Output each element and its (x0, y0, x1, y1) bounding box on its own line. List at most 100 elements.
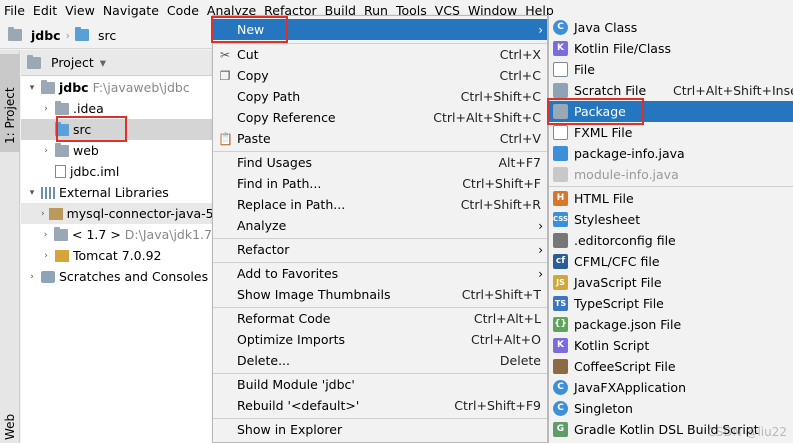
menu-item-label: Build Module 'jdbc' (237, 377, 355, 392)
submenu-divider (549, 186, 793, 187)
tree-item-path: F:\javaweb\jdbc (92, 80, 190, 95)
chevron-down-icon[interactable]: ▾ (27, 83, 37, 93)
menu-item-show-image-thumbnails[interactable]: Show Image Thumbnails Ctrl+Shift+T (213, 284, 547, 305)
submenu-item-label: Singleton (574, 401, 633, 416)
submenu-item-coffeescript[interactable]: CoffeeScript File (549, 356, 793, 377)
submenu-item-file[interactable]: File (549, 59, 793, 80)
submenu-item-html-file[interactable]: H HTML File (549, 188, 793, 209)
menu-edit[interactable]: Edit (29, 0, 61, 22)
menu-item-find-usages[interactable]: Find Usages Alt+F7 (213, 152, 547, 173)
menu-item-rebuild[interactable]: Rebuild '<default>' Ctrl+Shift+F9 (213, 395, 547, 416)
css-icon: CSS (553, 212, 568, 227)
submenu-item-editorconfig[interactable]: .editorconfig file (549, 230, 793, 251)
menu-item-copy[interactable]: ❐ Copy Ctrl+C (213, 65, 547, 86)
menu-item-label: Paste (237, 131, 271, 146)
menu-item-copy-reference[interactable]: Copy Reference Ctrl+Alt+Shift+C (213, 107, 547, 128)
submenu-item-javafx-application[interactable]: C JavaFXApplication (549, 377, 793, 398)
menu-item-optimize-imports[interactable]: Optimize Imports Ctrl+Alt+O (213, 329, 547, 350)
menu-item-shortcut: Ctrl+X (499, 47, 541, 62)
editorconfig-icon (553, 233, 568, 248)
submenu-item-label: File (574, 62, 595, 77)
tree-item-tomcat[interactable]: › Tomcat 7.0.92 (21, 245, 212, 266)
chevron-right-icon[interactable]: › (41, 230, 50, 240)
breadcrumb-jdbc[interactable]: jdbc (31, 28, 61, 43)
menu-code[interactable]: Code (163, 0, 203, 22)
project-view-title[interactable]: Project (51, 55, 94, 70)
scratches-icon (41, 270, 55, 283)
jdk-icon (54, 226, 69, 241)
annotation-new-highlight (211, 16, 288, 43)
submenu-item-package-info[interactable]: package-info.java (549, 143, 793, 164)
breadcrumb-src[interactable]: src (98, 28, 116, 43)
submenu-item-kotlin-file[interactable]: K Kotlin File/Class (549, 38, 793, 59)
menu-item-label: Rebuild '<default>' (237, 398, 360, 413)
breadcrumb: jdbc › src (0, 22, 212, 49)
breadcrumb-separator-icon: › (65, 28, 70, 42)
menu-item-copy-path[interactable]: Copy Path Ctrl+Shift+C (213, 86, 547, 107)
menu-file[interactable]: File (0, 0, 29, 22)
tree-item-mysql-connector[interactable]: › mysql-connector-java-5 (21, 203, 212, 224)
html-icon: H (553, 191, 568, 206)
menu-item-label: Refactor (237, 242, 290, 257)
tree-item-web[interactable]: › web (21, 140, 212, 161)
module-folder-icon (8, 27, 22, 41)
menu-item-label: Show Image Thumbnails (237, 287, 391, 302)
chevron-right-icon[interactable]: › (41, 251, 51, 261)
annotation-package-highlight (547, 98, 644, 125)
menu-item-paste[interactable]: 📋 Paste Ctrl+V (213, 128, 547, 149)
submenu-item-singleton[interactable]: C Singleton (549, 398, 793, 419)
submenu-item-java-class[interactable]: C Java Class (549, 17, 793, 38)
menu-item-reformat-code[interactable]: Reformat Code Ctrl+Alt+L (213, 308, 547, 329)
submenu-item-stylesheet[interactable]: CSS Stylesheet (549, 209, 793, 230)
chevron-right-icon[interactable]: › (41, 209, 45, 219)
menu-item-replace-in-path[interactable]: Replace in Path... Ctrl+Shift+R (213, 194, 547, 215)
chevron-right-icon: › (538, 242, 543, 257)
menu-item-build-module[interactable]: Build Module 'jdbc' (213, 374, 547, 395)
file-icon (553, 62, 568, 77)
chevron-right-icon: › (538, 218, 543, 233)
submenu-item-package-json[interactable]: {} package.json File (549, 314, 793, 335)
tree-item-jdbc[interactable]: ▾ jdbc F:\javaweb\jdbc (21, 77, 212, 98)
tree-item-label: < 1.7 > (72, 227, 121, 242)
chevron-right-icon[interactable]: › (27, 272, 37, 282)
menu-item-add-to-favorites[interactable]: Add to Favorites › (213, 263, 547, 284)
tree-item-label: jdbc (59, 80, 89, 95)
chevron-right-icon[interactable]: › (41, 104, 51, 114)
menu-item-shortcut: Ctrl+Alt+O (471, 332, 541, 347)
menu-item-find-in-path[interactable]: Find in Path... Ctrl+Shift+F (213, 173, 547, 194)
menu-item-shortcut: Delete (499, 353, 541, 368)
menu-item-cut[interactable]: ✂ Cut Ctrl+X (213, 44, 547, 65)
submenu-item-shortcut: Ctrl+Alt+Shift+Insert (673, 83, 793, 98)
menu-view[interactable]: View (61, 0, 99, 22)
project-panel-header: Project ▾ (21, 50, 212, 76)
tree-item-label: .idea (73, 101, 104, 116)
menu-item-shortcut: Ctrl+Shift+R (460, 197, 541, 212)
tree-item-scratches[interactable]: › Scratches and Consoles (21, 266, 212, 287)
coffeescript-icon (553, 359, 568, 374)
web-tab-label[interactable]: Web (3, 414, 17, 440)
tree-item-label: mysql-connector-java-5 (66, 206, 212, 221)
menu-navigate[interactable]: Navigate (99, 0, 163, 22)
menu-item-delete[interactable]: Delete... Delete (213, 350, 547, 371)
chevron-down-icon[interactable]: ▾ (100, 55, 106, 70)
project-tool-tab[interactable]: 1: Project (0, 54, 20, 152)
menu-item-label: Analyze (237, 218, 287, 233)
submenu-item-kotlin-script[interactable]: K Kotlin Script (549, 335, 793, 356)
menu-item-show-in-explorer[interactable]: Show in Explorer (213, 419, 547, 440)
chevron-down-icon[interactable]: ▾ (27, 188, 37, 198)
submenu-item-javascript[interactable]: JS JavaScript File (549, 272, 793, 293)
menu-item-shortcut: Ctrl+Shift+F9 (454, 398, 541, 413)
submenu-item-fxml-file[interactable]: FXML File (549, 122, 793, 143)
typescript-icon: TS (553, 296, 568, 311)
submenu-item-typescript[interactable]: TS TypeScript File (549, 293, 793, 314)
tree-item-jdk[interactable]: › < 1.7 > D:\Java\jdk1.7 (21, 224, 212, 245)
menu-item-analyze[interactable]: Analyze › (213, 215, 547, 236)
module-info-icon (553, 167, 568, 182)
submenu-item-cfml[interactable]: cf CFML/CFC file (549, 251, 793, 272)
ide-window: File Edit View Navigate Code Analyze Ref… (0, 0, 793, 443)
tree-item-label: web (73, 143, 99, 158)
tree-item-external-libraries[interactable]: ▾ External Libraries (21, 182, 212, 203)
tree-item-jdbc-iml[interactable]: jdbc.iml (21, 161, 212, 182)
chevron-right-icon[interactable]: › (41, 146, 51, 156)
menu-item-refactor[interactable]: Refactor › (213, 239, 547, 260)
